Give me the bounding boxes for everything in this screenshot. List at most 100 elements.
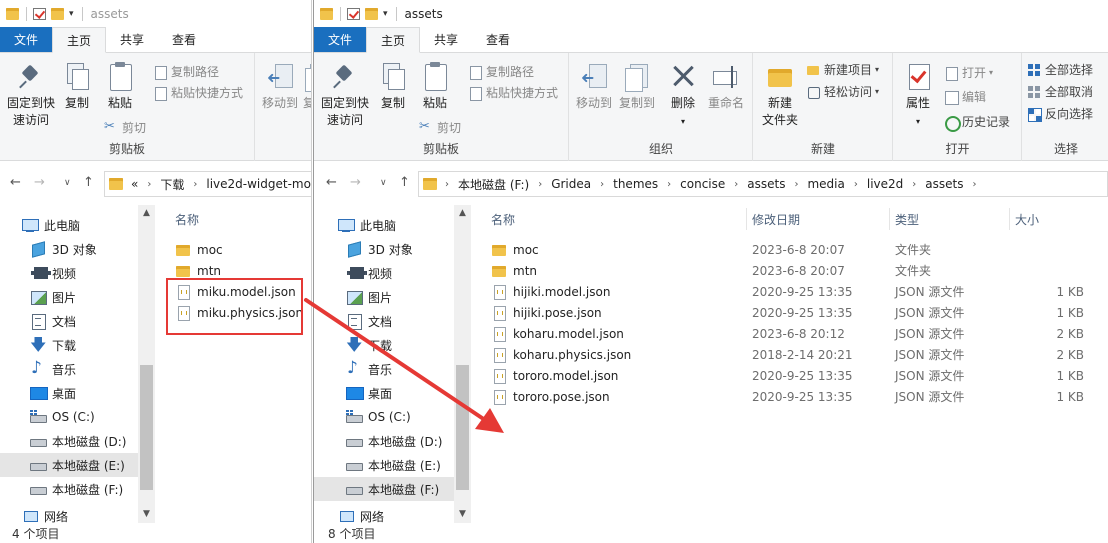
- back-arrow-icon[interactable]: ←: [326, 175, 337, 190]
- recent-locations-chevron-icon[interactable]: ∨: [64, 178, 71, 188]
- copy-button[interactable]: 复制: [60, 61, 94, 112]
- table-row[interactable]: moc 2023-6-8 20:07 文件夹: [492, 239, 1102, 260]
- table-row[interactable]: koharu.physics.json 2018-2-14 20:21 JSON…: [492, 344, 1102, 365]
- edit-button[interactable]: 编辑: [944, 88, 986, 105]
- table-row[interactable]: koharu.model.json 2023-6-8 20:12 JSON 源文…: [492, 323, 1102, 344]
- nav-videos[interactable]: 视频: [0, 261, 140, 285]
- nav-drive-c[interactable]: OS (C:): [0, 405, 140, 429]
- nav-drive-d[interactable]: 本地磁盘 (D:): [0, 429, 140, 453]
- copy-path-button[interactable]: 复制路径: [153, 63, 219, 80]
- breadcrumb-item[interactable]: assets: [925, 177, 963, 191]
- chevron-right-icon[interactable]: ›: [912, 179, 916, 190]
- nav-downloads[interactable]: 下载: [314, 333, 454, 361]
- column-header-name[interactable]: 名称: [491, 211, 515, 228]
- customize-toolbar-icon[interactable]: ▾: [69, 9, 74, 19]
- pin-quick-access-button[interactable]: 固定到快 速访问: [318, 61, 372, 129]
- nav-this-pc[interactable]: 此电脑: [0, 213, 140, 237]
- tab-home[interactable]: 主页: [52, 27, 107, 53]
- chevron-right-icon[interactable]: ›: [667, 179, 671, 190]
- paste-button[interactable]: 粘贴: [418, 61, 452, 112]
- nav-pictures[interactable]: 图片: [0, 285, 140, 309]
- nav-drive-e[interactable]: 本地磁盘 (E:): [314, 453, 454, 477]
- customize-toolbar-icon[interactable]: ▾: [383, 9, 388, 19]
- nav-this-pc[interactable]: 此电脑: [314, 213, 454, 237]
- nav-drive-f[interactable]: 本地磁盘 (F:): [0, 477, 140, 501]
- cut-button[interactable]: 剪切: [419, 119, 461, 136]
- column-header-size[interactable]: 大小: [1015, 211, 1039, 228]
- chevron-right-icon[interactable]: ›: [734, 179, 738, 190]
- nav-documents[interactable]: 文档: [314, 309, 454, 333]
- back-arrow-icon[interactable]: ←: [10, 175, 21, 190]
- chevron-right-icon[interactable]: ›: [538, 179, 542, 190]
- breadcrumb-overflow[interactable]: «: [131, 177, 138, 191]
- table-row[interactable]: hijiki.pose.json 2020-9-25 13:35 JSON 源文…: [492, 302, 1102, 323]
- invert-selection-button[interactable]: 反向选择: [1027, 105, 1093, 122]
- properties-button[interactable]: 属性 ▾: [900, 61, 936, 130]
- pin-quick-access-button[interactable]: 固定到快 速访问: [4, 61, 58, 129]
- breadcrumb-item[interactable]: themes: [613, 177, 658, 191]
- forward-arrow-icon[interactable]: →: [34, 175, 45, 190]
- nav-3d-objects[interactable]: 3D 对象: [314, 237, 454, 261]
- properties-quick-icon[interactable]: [347, 7, 360, 20]
- scrollbar-thumb[interactable]: [456, 365, 469, 490]
- new-folder-quick-icon[interactable]: [365, 7, 378, 20]
- chevron-right-icon[interactable]: ›: [600, 179, 604, 190]
- nav-documents[interactable]: 文档: [0, 309, 140, 333]
- scroll-down-icon[interactable]: ▼: [454, 506, 471, 523]
- nav-music[interactable]: 音乐: [314, 357, 454, 381]
- breadcrumb-item[interactable]: 本地磁盘 (F:): [458, 176, 529, 193]
- tab-home[interactable]: 主页: [366, 27, 421, 53]
- table-row[interactable]: mtn 2023-6-8 20:07 文件夹: [492, 260, 1102, 281]
- nav-network[interactable]: 网络: [0, 507, 140, 523]
- nav-pictures[interactable]: 图片: [314, 285, 454, 309]
- properties-quick-icon[interactable]: [33, 7, 46, 20]
- breadcrumb-item[interactable]: live2d: [867, 177, 903, 191]
- tab-share[interactable]: 共享: [420, 27, 472, 52]
- nav-3d-objects[interactable]: 3D 对象: [0, 237, 140, 261]
- select-none-button[interactable]: 全部取消: [1027, 83, 1093, 100]
- up-arrow-icon[interactable]: ↑: [399, 175, 410, 190]
- paste-shortcut-button[interactable]: 粘贴快捷方式: [153, 84, 243, 101]
- nav-videos[interactable]: 视频: [314, 261, 454, 285]
- breadcrumb-item[interactable]: 下载: [160, 176, 184, 193]
- list-item[interactable]: moc: [176, 239, 223, 260]
- tab-file[interactable]: 文件: [314, 27, 367, 52]
- copy-path-button[interactable]: 复制路径: [468, 63, 534, 80]
- tab-view[interactable]: 查看: [472, 27, 524, 52]
- breadcrumb-item[interactable]: concise: [680, 177, 725, 191]
- delete-button[interactable]: 删除 ▾: [667, 61, 699, 130]
- chevron-right-icon[interactable]: ›: [972, 179, 976, 190]
- recent-locations-chevron-icon[interactable]: ∨: [380, 178, 387, 188]
- nav-drive-f[interactable]: 本地磁盘 (F:): [314, 477, 454, 501]
- breadcrumb-item[interactable]: live2d-widget-mode: [206, 177, 311, 191]
- nav-scrollbar[interactable]: ▲ ▼: [454, 205, 471, 523]
- scroll-up-icon[interactable]: ▲: [454, 205, 471, 222]
- nav-network[interactable]: 网络: [314, 507, 454, 523]
- move-to-button[interactable]: 移动到: [574, 61, 614, 112]
- scroll-up-icon[interactable]: ▲: [138, 205, 155, 222]
- nav-desktop[interactable]: 桌面: [314, 381, 454, 405]
- forward-arrow-icon[interactable]: →: [350, 175, 361, 190]
- column-header-date[interactable]: 修改日期: [752, 211, 800, 228]
- copy-to-button[interactable]: 复: [302, 61, 311, 112]
- table-row[interactable]: hijiki.model.json 2020-9-25 13:35 JSON 源…: [492, 281, 1102, 302]
- paste-button[interactable]: 粘贴: [103, 61, 137, 112]
- rename-button[interactable]: 重命名: [704, 61, 748, 112]
- chevron-right-icon[interactable]: ›: [854, 179, 858, 190]
- chevron-right-icon[interactable]: ›: [445, 179, 449, 190]
- scroll-down-icon[interactable]: ▼: [138, 506, 155, 523]
- new-item-button[interactable]: 新建项目 ▾: [806, 61, 879, 78]
- nav-drive-e[interactable]: 本地磁盘 (E:): [0, 453, 140, 477]
- address-bar[interactable]: « › 下载 › live2d-widget-mode: [104, 171, 311, 197]
- move-to-button[interactable]: 移动到: [260, 61, 300, 112]
- chevron-right-icon[interactable]: ›: [794, 179, 798, 190]
- tab-share[interactable]: 共享: [106, 27, 158, 52]
- column-header-name[interactable]: 名称: [175, 211, 199, 228]
- new-folder-quick-icon[interactable]: [51, 7, 64, 20]
- nav-desktop[interactable]: 桌面: [0, 381, 140, 405]
- easy-access-button[interactable]: 轻松访问 ▾: [806, 83, 879, 100]
- nav-scrollbar[interactable]: ▲ ▼: [138, 205, 155, 523]
- new-folder-button[interactable]: 新建 文件夹: [760, 61, 800, 129]
- copy-button[interactable]: 复制: [376, 61, 410, 112]
- tab-view[interactable]: 查看: [158, 27, 210, 52]
